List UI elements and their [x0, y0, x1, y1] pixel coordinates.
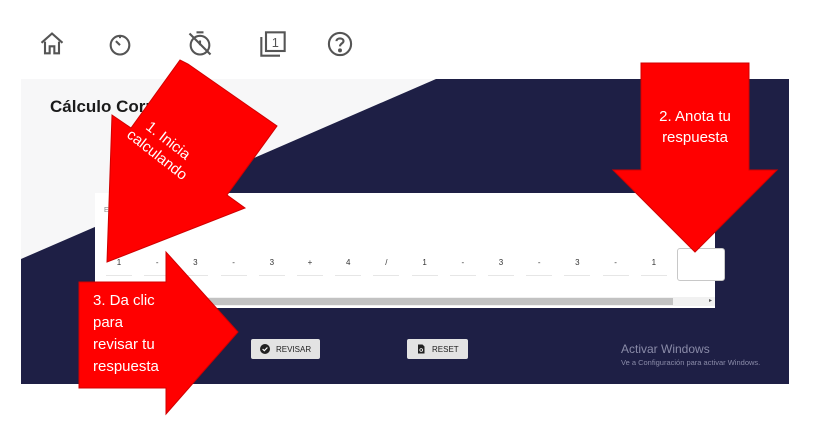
- annotation-step2-line2: respuesta: [662, 129, 728, 146]
- annotation-step3-line1: 3. Da clic: [93, 292, 155, 309]
- annotation-step2: 2. Anota tu respuesta: [645, 106, 745, 148]
- arrow-step2: [611, 62, 779, 253]
- annotation-step3-line3: revisar tu: [93, 336, 155, 353]
- annotation-step3-line4: respuesta: [93, 358, 159, 375]
- app-screen: 1 Cálculo Corri Escr 1-3-3+4/1-3-3-1 ▸ R…: [0, 0, 818, 421]
- annotation-step3-line2: para: [93, 314, 124, 331]
- annotation-step3: 3. Da clic para revisar tu respuesta: [93, 290, 159, 378]
- annotation-step2-line1: 2. Anota tu: [659, 108, 731, 125]
